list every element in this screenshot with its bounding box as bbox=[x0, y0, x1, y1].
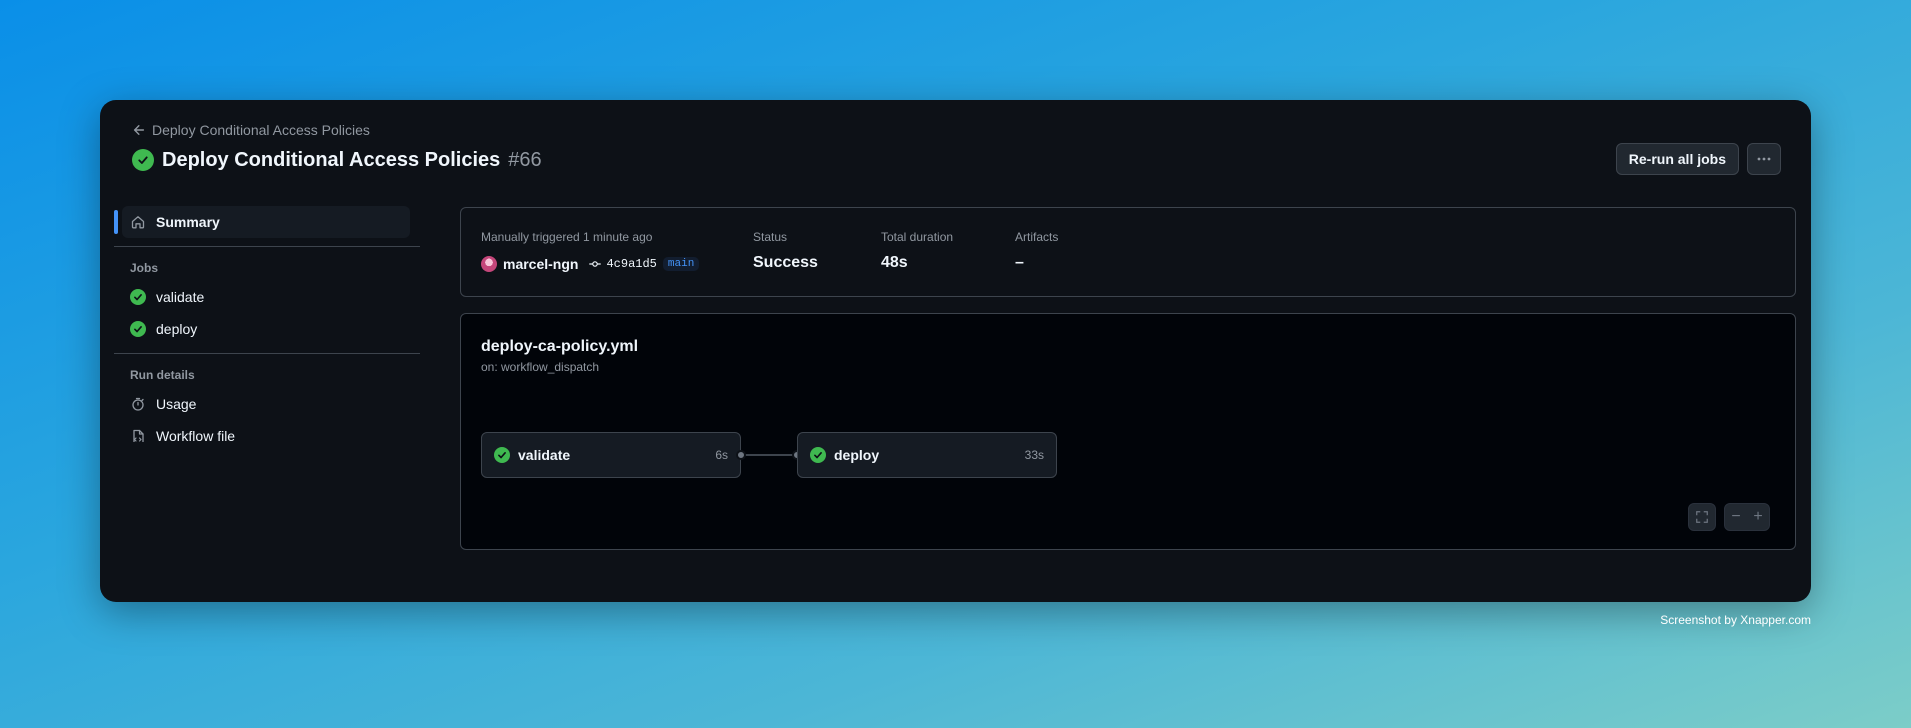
workflow-trigger: on: workflow_dispatch bbox=[481, 360, 600, 374]
sidebar-item-label: Usage bbox=[156, 396, 197, 412]
commit-link[interactable]: 4c9a1d5 bbox=[588, 257, 657, 271]
actor-row: marcel-ngn 4c9a1d5 main bbox=[481, 256, 700, 272]
arrow-left-icon bbox=[133, 125, 145, 135]
commit-sha: 4c9a1d5 bbox=[606, 257, 657, 271]
success-check-icon bbox=[130, 321, 146, 337]
job-duration: 33s bbox=[1024, 448, 1044, 462]
job-duration: 6s bbox=[715, 448, 728, 462]
zoom-controls: − + bbox=[1724, 503, 1770, 531]
avatar[interactable] bbox=[481, 256, 497, 272]
run-details-heading: Run details bbox=[130, 368, 195, 382]
zoom-out-icon[interactable]: − bbox=[1731, 508, 1740, 526]
screenshot-credit: Screenshot by Xnapper.com bbox=[1660, 613, 1811, 627]
duration-value: 48s bbox=[881, 254, 908, 271]
sidebar-item-validate[interactable]: validate bbox=[114, 281, 420, 313]
sidebar-item-label: Summary bbox=[156, 214, 220, 230]
back-link-label: Deploy Conditional Access Policies bbox=[152, 122, 370, 138]
sidebar-item-deploy[interactable]: deploy bbox=[114, 313, 420, 345]
status-value: Success bbox=[753, 254, 818, 271]
artifacts-label: Artifacts bbox=[1015, 230, 1059, 244]
git-commit-icon bbox=[589, 261, 602, 267]
sidebar-item-label: deploy bbox=[156, 321, 198, 337]
workflow-graph: deploy-ca-policy.yml on: workflow_dispat… bbox=[460, 313, 1796, 550]
job-node-deploy[interactable]: deploy 33s bbox=[797, 432, 1057, 478]
zoom-in-icon[interactable]: + bbox=[1753, 508, 1762, 526]
success-check-icon bbox=[130, 289, 146, 305]
trigger-info: Manually triggered 1 minute ago marcel-n… bbox=[481, 230, 700, 272]
artifacts-info: Artifacts – bbox=[1015, 230, 1058, 272]
success-check-icon bbox=[494, 447, 510, 463]
run-number: #66 bbox=[508, 148, 542, 171]
run-summary-card: Manually triggered 1 minute ago marcel-n… bbox=[460, 207, 1796, 297]
sidebar-item-label: validate bbox=[156, 289, 205, 305]
connector-dot bbox=[736, 450, 746, 460]
sidebar-item-summary[interactable]: Summary bbox=[114, 206, 410, 238]
sidebar-item-workflow-file[interactable]: Workflow file bbox=[114, 420, 420, 452]
branch-badge[interactable]: main bbox=[662, 257, 700, 271]
stopwatch-icon bbox=[132, 397, 144, 411]
trigger-label: Manually triggered 1 minute ago bbox=[481, 230, 653, 244]
workflow-file-name: deploy-ca-policy.yml bbox=[481, 338, 639, 355]
sidebar-divider bbox=[114, 353, 420, 354]
header-actions: Re-run all jobs bbox=[1615, 143, 1781, 175]
actor-name[interactable]: marcel-ngn bbox=[503, 256, 578, 272]
job-connector bbox=[744, 454, 798, 456]
kebab-horizontal-icon bbox=[1757, 157, 1771, 161]
sidebar-item-usage[interactable]: Usage bbox=[114, 388, 420, 420]
workflow-run-window: Deploy Conditional Access Policies Deplo… bbox=[100, 100, 1811, 602]
duration-label: Total duration bbox=[881, 230, 954, 244]
artifacts-value: – bbox=[1015, 254, 1024, 271]
duration-info: Total duration 48s bbox=[881, 230, 953, 272]
job-name: deploy bbox=[834, 447, 880, 463]
status-label: Status bbox=[753, 230, 788, 244]
sidebar-item-label: Workflow file bbox=[156, 428, 236, 444]
success-check-icon bbox=[810, 447, 826, 463]
fullscreen-button[interactable] bbox=[1688, 503, 1716, 531]
job-name: validate bbox=[518, 447, 571, 463]
status-info: Status Success bbox=[753, 230, 818, 272]
screen-full-icon bbox=[1696, 511, 1708, 523]
job-node-validate[interactable]: validate 6s bbox=[481, 432, 741, 478]
sidebar-divider bbox=[114, 246, 420, 247]
sidebar: Summary Jobs validate deploy Run details… bbox=[114, 206, 420, 452]
home-icon bbox=[131, 216, 145, 229]
workflow-title: Deploy Conditional Access Policies bbox=[162, 148, 501, 171]
rerun-all-jobs-button[interactable]: Re-run all jobs bbox=[1615, 143, 1739, 175]
success-check-icon bbox=[132, 149, 154, 171]
more-options-button[interactable] bbox=[1747, 143, 1781, 175]
back-link[interactable]: Deploy Conditional Access Policies bbox=[132, 120, 370, 140]
jobs-heading: Jobs bbox=[130, 261, 159, 275]
page-title: Deploy Conditional Access Policies #66 bbox=[132, 146, 542, 174]
file-code-icon bbox=[133, 429, 144, 442]
